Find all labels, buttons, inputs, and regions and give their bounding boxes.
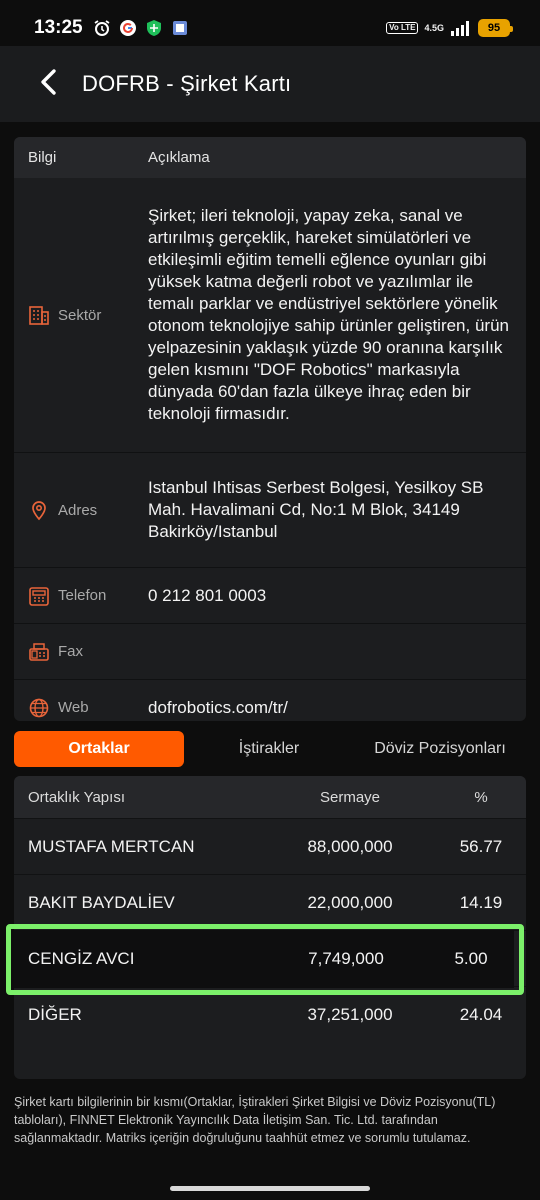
shield-icon xyxy=(145,19,163,37)
partner-capital: 88,000,000 xyxy=(307,836,393,856)
info-value-address: Istanbul Ihtisas Serbest Bolgesi, Yesilk… xyxy=(148,478,484,541)
tab-subsidiaries[interactable]: İştirakler xyxy=(184,731,354,767)
google-icon xyxy=(119,19,137,37)
disclaimer-text: Şirket kartı bilgilerinin bir kısmı(Orta… xyxy=(14,1095,496,1145)
info-row-address: Adres Istanbul Ihtisas Serbest Bolgesi, … xyxy=(14,452,526,567)
globe-icon xyxy=(28,697,50,719)
info-row-fax: Fax xyxy=(14,623,526,679)
column-header-info: Bilgi xyxy=(28,149,57,166)
info-label-address: Adres xyxy=(58,501,98,519)
info-label-phone: Telefon xyxy=(58,587,107,604)
location-pin-icon xyxy=(28,499,50,521)
column-header-description: Açıklama xyxy=(148,149,210,166)
partners-table: Ortaklık Yapısı Sermaye % MUSTAFA MERTCA… xyxy=(14,776,526,1079)
partner-capital: 7,749,000 xyxy=(308,949,384,968)
battery-indicator: 95 xyxy=(478,19,513,37)
info-label-fax: Fax xyxy=(58,643,84,660)
partner-percent: 24.04 xyxy=(459,1004,503,1024)
partner-name: MUSTAFA MERTCAN xyxy=(28,836,195,856)
info-label-web: Web xyxy=(58,699,89,716)
tab-partners[interactable]: Ortaklar xyxy=(14,731,184,767)
column-header-percent: % xyxy=(474,788,488,806)
table-row-highlighted: CENGİZ AVCI 7,749,000 5.00 xyxy=(14,930,514,988)
partner-percent: 56.77 xyxy=(459,836,503,856)
page-title: DOFRB - Şirket Kartı xyxy=(82,71,292,96)
partner-capital: 22,000,000 xyxy=(307,892,393,912)
info-table-header: Bilgi Açıklama xyxy=(14,137,526,178)
table-row: BAKIT BAYDALİEV 22,000,000 14.19 xyxy=(14,874,526,930)
partner-percent: 14.19 xyxy=(459,892,503,912)
partner-name: BAKIT BAYDALİEV xyxy=(28,892,175,912)
app-bar: DOFRB - Şirket Kartı xyxy=(0,46,540,122)
signal-icon xyxy=(450,19,472,37)
back-button[interactable] xyxy=(26,62,70,106)
partner-capital: 37,251,000 xyxy=(307,1004,393,1024)
home-indicator[interactable] xyxy=(170,1186,370,1191)
column-header-ownership: Ortaklık Yapısı xyxy=(28,788,125,806)
building-icon xyxy=(28,304,50,326)
company-info-table: Bilgi Açıklama Sektör Şirket; ileri tekn… xyxy=(14,137,526,721)
tab-fx-positions[interactable]: Döviz Pozisyonları xyxy=(354,731,526,767)
partner-percent: 5.00 xyxy=(454,949,488,968)
partner-name: CENGİZ AVCI xyxy=(28,949,135,968)
info-row-phone: Telefon 0 212 801 0003 xyxy=(14,567,526,623)
table-row: MUSTAFA MERTCAN 88,000,000 56.77 xyxy=(14,818,526,874)
fax-icon xyxy=(28,641,50,663)
table-row: DİĞER 37,251,000 24.04 xyxy=(14,986,526,1042)
gallery-icon xyxy=(171,19,189,37)
phone-icon xyxy=(28,585,50,607)
info-row-sector: Sektör Şirket; ileri teknoloji, yapay ze… xyxy=(14,178,526,452)
info-label-sector: Sektör xyxy=(58,306,102,324)
partner-name: DİĞER xyxy=(28,1004,82,1024)
network-type: 4.5G xyxy=(424,23,444,33)
status-time: 13:25 xyxy=(34,17,83,38)
info-value-web[interactable]: dofrobotics.com/tr/ xyxy=(148,697,526,719)
info-value-sector: Şirket; ileri teknoloji, yapay zeka, san… xyxy=(148,206,509,423)
chevron-left-icon xyxy=(38,68,58,101)
tab-bar: Ortaklar İştirakler Döviz Pozisyonları xyxy=(14,730,526,768)
alarm-icon xyxy=(93,19,111,37)
column-header-capital: Sermaye xyxy=(319,788,381,806)
volte-badge: Vo LTE xyxy=(386,22,419,34)
info-row-web: Web dofrobotics.com/tr/ xyxy=(14,679,526,721)
info-value-phone[interactable]: 0 212 801 0003 xyxy=(148,585,526,607)
partners-table-header: Ortaklık Yapısı Sermaye % xyxy=(14,776,526,818)
